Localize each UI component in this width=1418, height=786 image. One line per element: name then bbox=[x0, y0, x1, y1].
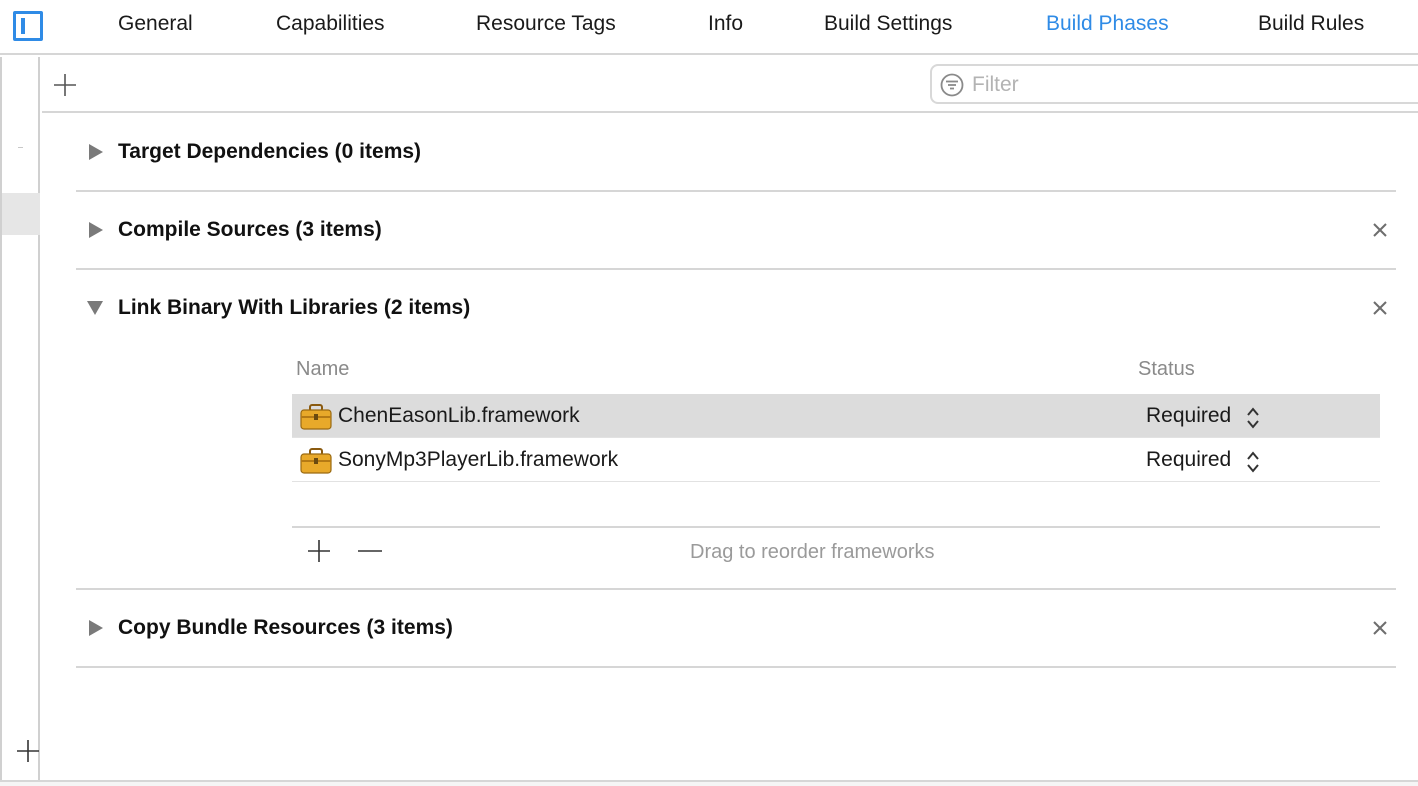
add-build-phase-plus-icon[interactable] bbox=[54, 74, 76, 96]
add-library-plus-icon[interactable] bbox=[308, 540, 330, 562]
phase-compile-sources: Compile Sources (3 items) bbox=[76, 192, 1396, 270]
tab-build-phases[interactable]: Build Phases bbox=[1046, 12, 1169, 36]
framework-toolbox-icon bbox=[300, 448, 332, 474]
table-bottom-divider bbox=[292, 526, 1380, 528]
tab-capabilities[interactable]: Capabilities bbox=[276, 12, 385, 36]
up-down-chevron-icon[interactable] bbox=[1246, 406, 1260, 430]
phase-copy-bundle-resources: Copy Bundle Resources (3 items) bbox=[76, 590, 1396, 668]
selected-target-item[interactable] bbox=[2, 193, 40, 235]
build-phases-toolbar bbox=[42, 57, 1418, 113]
phase-title: Compile Sources (3 items) bbox=[118, 218, 382, 241]
tab-info[interactable]: Info bbox=[708, 12, 743, 36]
phase-title: Copy Bundle Resources (3 items) bbox=[118, 616, 453, 639]
phase-header[interactable]: Compile Sources (3 items) bbox=[76, 192, 1396, 268]
filter-icon bbox=[940, 73, 964, 97]
up-down-chevron-icon[interactable] bbox=[1246, 450, 1260, 474]
rail-divider bbox=[18, 147, 23, 148]
add-target-plus-icon[interactable] bbox=[16, 739, 40, 763]
phase-title: Target Dependencies (0 items) bbox=[118, 140, 422, 163]
disclosure-triangle-right-icon[interactable] bbox=[88, 619, 104, 637]
phase-header[interactable]: Target Dependencies (0 items) bbox=[76, 114, 1396, 190]
phase-header[interactable]: Copy Bundle Resources (3 items) bbox=[76, 590, 1396, 666]
library-status-popup[interactable]: Required bbox=[1146, 448, 1231, 472]
table-row[interactable]: ChenEasonLib.framework Required bbox=[292, 394, 1380, 438]
tab-build-settings[interactable]: Build Settings bbox=[824, 12, 952, 36]
library-status-popup[interactable]: Required bbox=[1146, 404, 1231, 428]
delete-phase-x-icon[interactable] bbox=[1372, 300, 1388, 316]
phase-header[interactable]: Link Binary With Libraries (2 items) bbox=[76, 270, 1396, 346]
delete-phase-x-icon[interactable] bbox=[1372, 620, 1388, 636]
sidebar-toggle-icon[interactable] bbox=[13, 11, 43, 41]
drag-to-reorder-hint: Drag to reorder frameworks bbox=[690, 541, 935, 563]
window-bottom-edge bbox=[0, 780, 1418, 786]
tab-resource-tags[interactable]: Resource Tags bbox=[476, 12, 616, 36]
phase-target-dependencies: Target Dependencies (0 items) bbox=[76, 114, 1396, 192]
framework-toolbox-icon bbox=[300, 404, 332, 430]
column-header-name[interactable]: Name bbox=[296, 358, 349, 381]
targets-rail bbox=[0, 57, 40, 780]
library-name: SonyMp3PlayerLib.framework bbox=[338, 448, 619, 471]
disclosure-triangle-right-icon[interactable] bbox=[88, 143, 104, 161]
column-header-status[interactable]: Status bbox=[1138, 358, 1195, 381]
disclosure-triangle-down-icon[interactable] bbox=[86, 300, 104, 316]
phase-link-binary-with-libraries: Link Binary With Libraries (2 items) Nam… bbox=[76, 270, 1396, 590]
filter-input[interactable] bbox=[972, 71, 1412, 99]
delete-phase-x-icon[interactable] bbox=[1372, 222, 1388, 238]
tab-general[interactable]: General bbox=[118, 12, 193, 36]
table-row[interactable]: SonyMp3PlayerLib.framework Required bbox=[292, 438, 1380, 482]
editor-tab-bar: General Capabilities Resource Tags Info … bbox=[0, 0, 1418, 55]
disclosure-triangle-right-icon[interactable] bbox=[88, 221, 104, 239]
library-name: ChenEasonLib.framework bbox=[338, 404, 580, 427]
tab-build-rules[interactable]: Build Rules bbox=[1258, 12, 1364, 36]
remove-library-minus-icon[interactable] bbox=[358, 540, 382, 562]
filter-field[interactable] bbox=[930, 64, 1418, 104]
phase-title: Link Binary With Libraries (2 items) bbox=[118, 296, 471, 319]
